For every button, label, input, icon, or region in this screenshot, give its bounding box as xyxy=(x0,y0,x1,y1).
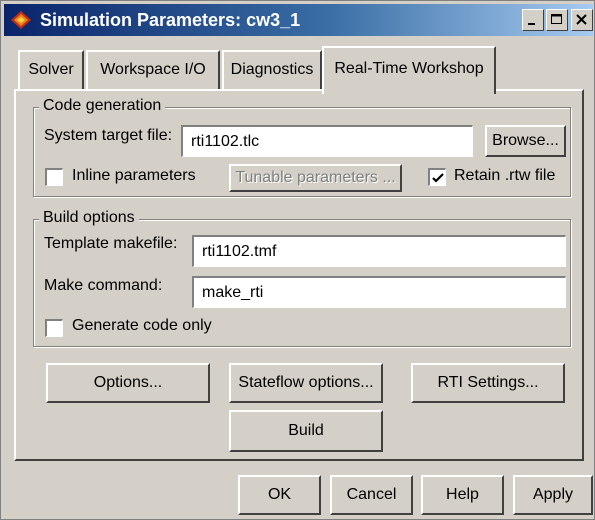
stateflow-options-button[interactable]: Stateflow options... xyxy=(229,363,383,403)
minimize-button[interactable] xyxy=(522,9,544,31)
tab-real-time-workshop[interactable]: Real-Time Workshop xyxy=(322,46,496,94)
tab-diagnostics[interactable]: Diagnostics xyxy=(222,50,322,90)
template-makefile-label: Template makefile: xyxy=(44,235,178,252)
close-button[interactable] xyxy=(571,9,593,31)
options-button[interactable]: Options... xyxy=(46,363,210,403)
tunable-parameters-button[interactable]: Tunable parameters ... xyxy=(229,164,402,192)
inline-parameters-label: Inline parameters xyxy=(72,167,196,184)
make-command-input[interactable]: make_rti xyxy=(192,276,566,308)
simulation-parameters-dialog: Simulation Parameters: cw3_1 Solver Work… xyxy=(0,0,595,520)
ok-button[interactable]: OK xyxy=(238,475,321,515)
minimize-icon xyxy=(528,23,535,25)
maximize-icon xyxy=(551,14,562,24)
template-makefile-input[interactable]: rti1102.tmf xyxy=(192,235,566,267)
build-options-legend: Build options xyxy=(39,209,139,227)
cancel-button[interactable]: Cancel xyxy=(330,475,413,515)
help-button[interactable]: Help xyxy=(421,475,504,515)
system-target-label: System target file: xyxy=(44,127,173,144)
rti-settings-button[interactable]: RTI Settings... xyxy=(411,363,565,403)
window-title: Simulation Parameters: cw3_1 xyxy=(40,10,301,30)
checkmark-icon xyxy=(432,173,444,183)
tab-workspace-io[interactable]: Workspace I/O xyxy=(86,50,220,90)
tab-solver[interactable]: Solver xyxy=(18,50,84,90)
generate-code-only-checkbox[interactable] xyxy=(45,319,63,337)
inline-parameters-checkbox[interactable] xyxy=(45,168,63,186)
title-bar[interactable]: Simulation Parameters: cw3_1 xyxy=(4,4,593,36)
retain-rtw-label: Retain .rtw file xyxy=(454,167,556,184)
retain-rtw-checkbox[interactable] xyxy=(428,168,446,186)
generate-code-only-label: Generate code only xyxy=(72,317,212,334)
apply-button[interactable]: Apply xyxy=(513,475,593,515)
make-command-label: Make command: xyxy=(44,277,163,294)
build-button[interactable]: Build xyxy=(229,410,383,452)
code-generation-legend: Code generation xyxy=(39,97,166,115)
system-target-input[interactable]: rti1102.tlc xyxy=(181,125,473,157)
maximize-button[interactable] xyxy=(546,9,568,31)
close-icon xyxy=(576,14,587,25)
browse-button[interactable]: Browse... xyxy=(485,125,566,157)
matlab-simulink-icon xyxy=(10,10,32,30)
